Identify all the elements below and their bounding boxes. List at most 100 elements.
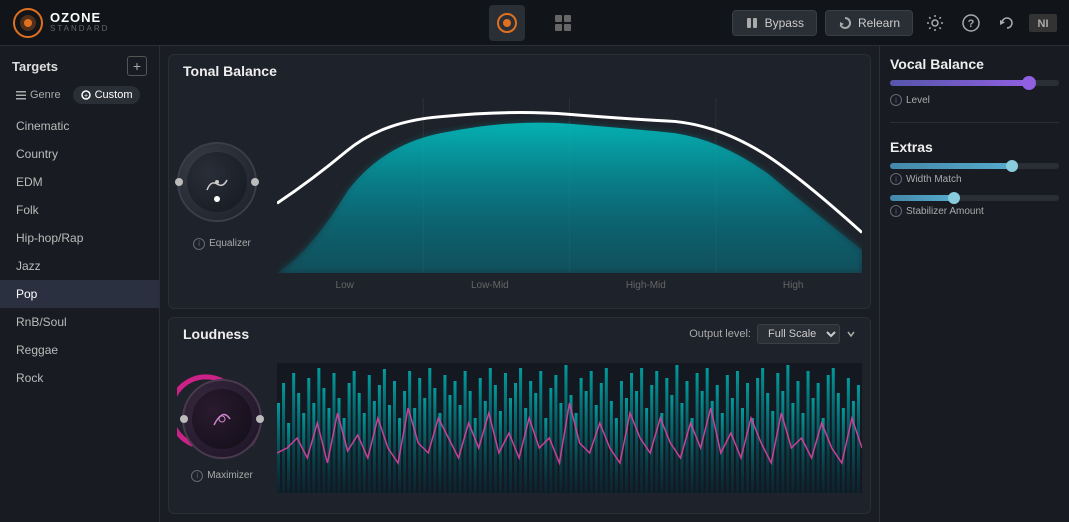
ozone-logo-icon (12, 7, 44, 39)
eq-knob-handle-left[interactable] (175, 178, 183, 186)
sidebar-item-jazz[interactable]: Jazz (0, 252, 159, 280)
maximizer-info-icon[interactable]: i (191, 470, 203, 482)
custom-icon: + (81, 90, 91, 100)
vocal-balance-section: Vocal Balance i Level (890, 56, 1059, 106)
logo-ozone: OZONE (50, 11, 109, 25)
sidebar-item-rock[interactable]: Rock (0, 364, 159, 392)
relearn-button[interactable]: Relearn (825, 10, 913, 36)
sidebar-item-country[interactable]: Country (0, 140, 159, 168)
sidebar-item-rnbsoul[interactable]: RnB/Soul (0, 308, 159, 336)
grid-icon (552, 12, 574, 34)
nav-grid-button[interactable] (545, 5, 581, 41)
add-target-button[interactable]: + (127, 56, 147, 76)
nav-home-button[interactable] (489, 5, 525, 41)
maximizer-label: i Maximizer (191, 470, 253, 482)
sidebar: Targets + Genre + Custom (0, 46, 160, 522)
gear-icon (926, 14, 944, 32)
tonal-chart-labels: Low Low-Mid High-Mid High (277, 278, 862, 293)
svg-text:NI: NI (1038, 18, 1049, 30)
top-bar: OZONE STANDARD Bypass (0, 0, 1069, 46)
level-slider-thumb[interactable] (1022, 76, 1036, 90)
level-slider-track[interactable] (890, 80, 1059, 86)
center-content: Tonal Balance (160, 46, 879, 522)
tonal-chart-area: Low Low-Mid High-Mid High (277, 98, 862, 294)
home-circle-icon (496, 12, 518, 34)
top-bar-center (489, 5, 581, 41)
logo-area: OZONE STANDARD (12, 7, 109, 39)
vocal-extras-divider (890, 122, 1059, 123)
output-level-control: Output level: Full Scale -14 LUFS -16 LU… (689, 324, 856, 344)
loudness-title: Loudness (183, 326, 249, 342)
settings-button[interactable] (921, 9, 949, 37)
targets-label: Targets (12, 59, 58, 74)
eq-knob-handle-right[interactable] (251, 178, 259, 186)
level-info-icon[interactable]: i (890, 94, 902, 106)
genre-tab[interactable]: Genre (8, 86, 69, 104)
extras-sliders: i Width Match i Stabilizer Amount (890, 163, 1059, 217)
level-slider-label: i Level (890, 94, 1059, 106)
main-layout: Targets + Genre + Custom (0, 46, 1069, 522)
maximizer-knob[interactable] (182, 379, 262, 459)
width-match-row: i Width Match (890, 163, 1059, 185)
maximizer-handle-left[interactable] (180, 415, 188, 423)
sidebar-item-cinematic[interactable]: Cinematic (0, 112, 159, 140)
vocal-balance-title: Vocal Balance (890, 56, 1059, 72)
stabilizer-fill (890, 195, 954, 201)
equalizer-info-icon[interactable]: i (193, 238, 205, 250)
bypass-button[interactable]: Bypass (732, 10, 817, 36)
stabilizer-label: i Stabilizer Amount (890, 205, 1059, 217)
equalizer-label: i Equalizer (193, 238, 251, 250)
loudness-chart (277, 363, 862, 493)
sidebar-tabs: Genre + Custom (0, 82, 159, 108)
stabilizer-info-icon[interactable]: i (890, 205, 902, 217)
output-level-label: Output level: (689, 328, 751, 340)
help-button[interactable]: ? (957, 9, 985, 37)
bypass-icon (745, 16, 759, 30)
width-match-label: i Width Match (890, 173, 1059, 185)
width-match-thumb[interactable] (1006, 160, 1018, 172)
equalizer-knob-area: i Equalizer (177, 142, 267, 250)
help-icon: ? (962, 14, 980, 32)
undo-button[interactable] (993, 9, 1021, 37)
loudness-header: Loudness Output level: Full Scale -14 LU… (169, 318, 870, 350)
ni-logo-icon: NI (1029, 14, 1057, 32)
svg-text:?: ? (968, 18, 975, 30)
maximizer-handle-right[interactable] (256, 415, 264, 423)
level-slider-fill (890, 80, 1029, 86)
tonal-balance-body: i Equalizer (169, 83, 870, 308)
sidebar-item-pop[interactable]: Pop (0, 280, 159, 308)
genre-tab-label: Genre (30, 89, 61, 101)
ni-logo-button[interactable]: NI (1029, 9, 1057, 37)
stabilizer-thumb[interactable] (948, 192, 960, 204)
list-icon (16, 90, 26, 100)
custom-tab[interactable]: + Custom (73, 86, 141, 104)
custom-tab-label: Custom (95, 89, 133, 101)
loudness-panel: Loudness Output level: Full Scale -14 LU… (168, 317, 871, 514)
stabilizer-row: i Stabilizer Amount (890, 195, 1059, 217)
maximizer-knob-svg (204, 401, 240, 437)
sidebar-item-hiphop[interactable]: Hip-hop/Rap (0, 224, 159, 252)
sidebar-item-edm[interactable]: EDM (0, 168, 159, 196)
width-match-track[interactable] (890, 163, 1059, 169)
tonal-balance-header: Tonal Balance (169, 55, 870, 83)
right-panel: Vocal Balance i Level Extras (879, 46, 1069, 522)
tonal-chart (277, 98, 862, 279)
maximizer-knob-container[interactable] (177, 374, 267, 464)
sidebar-list: Cinematic Country EDM Folk Hip-hop/Rap J… (0, 112, 159, 522)
stabilizer-track[interactable] (890, 195, 1059, 201)
equalizer-knob[interactable] (177, 142, 257, 222)
output-level-select[interactable]: Full Scale -14 LUFS -16 LUFS (757, 324, 840, 344)
width-match-fill (890, 163, 1012, 169)
width-match-info-icon[interactable]: i (890, 173, 902, 185)
relearn-label: Relearn (858, 16, 900, 30)
top-bar-right: Bypass Relearn ? (732, 9, 1057, 37)
sidebar-item-reggae[interactable]: Reggae (0, 336, 159, 364)
extras-section: Extras i Width Match (890, 139, 1059, 217)
svg-text:+: + (84, 93, 88, 100)
logo-standard: STANDARD (50, 25, 109, 34)
logo-text: OZONE STANDARD (50, 11, 109, 34)
equalizer-knob-container[interactable] (177, 142, 267, 232)
sidebar-item-folk[interactable]: Folk (0, 196, 159, 224)
level-slider-row: i Level (890, 80, 1059, 106)
maximizer-area: i Maximizer (177, 374, 267, 482)
